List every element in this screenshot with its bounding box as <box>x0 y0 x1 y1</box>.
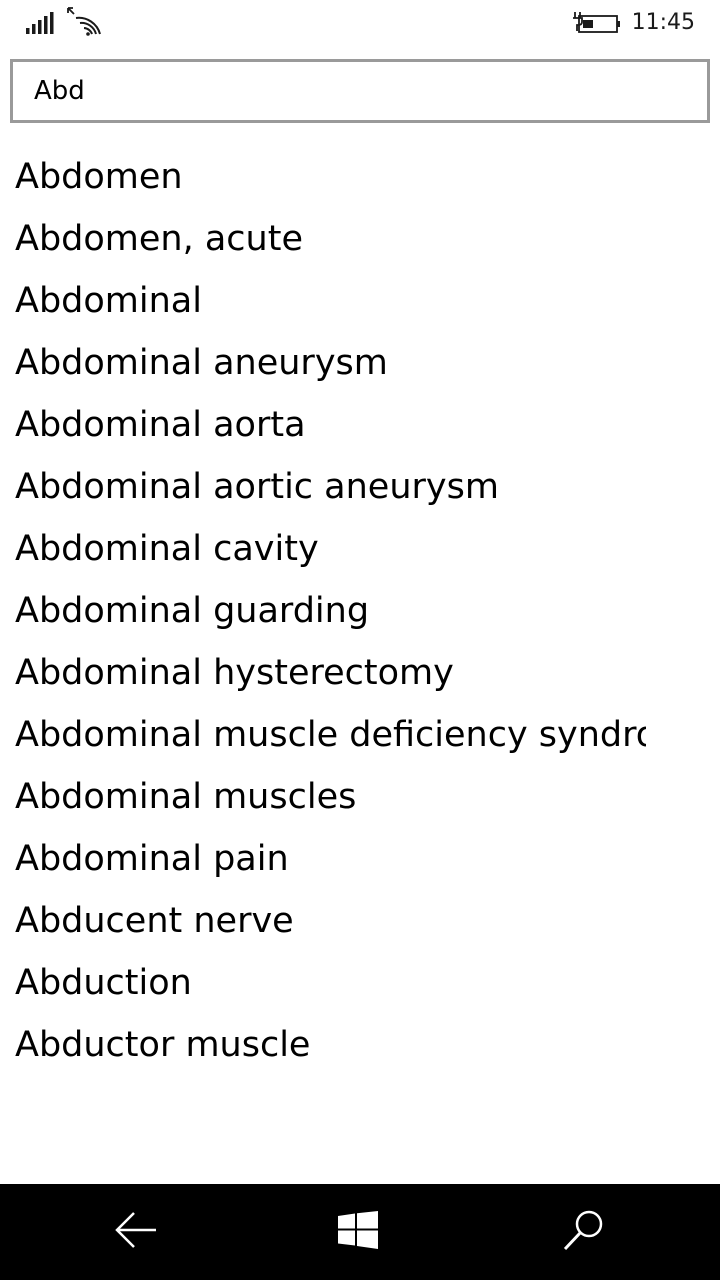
navigation-bar <box>0 1184 720 1280</box>
list-item[interactable]: Abdominal cavity <box>0 518 646 580</box>
list-item[interactable]: Abdominal aorta <box>0 394 646 456</box>
wifi-icon <box>66 6 102 40</box>
results-list: Abdomen Abdomen, acute Abdominal Abdomin… <box>0 146 646 1076</box>
status-time: 11:45 <box>631 10 695 35</box>
list-item[interactable]: Abduction <box>0 952 646 1014</box>
list-item[interactable]: Abdominal muscle deficiency syndrome <box>0 704 646 766</box>
search-icon <box>562 1208 606 1256</box>
back-arrow-icon <box>114 1211 158 1253</box>
list-item[interactable]: Abdomen <box>0 146 646 208</box>
home-button[interactable] <box>298 1184 418 1280</box>
list-item[interactable]: Abducent nerve <box>0 890 646 952</box>
list-item[interactable]: Abdominal muscles <box>0 766 646 828</box>
battery-charging-icon <box>570 9 622 41</box>
list-item[interactable]: Abdominal aneurysm <box>0 332 646 394</box>
list-item[interactable]: Abdominal guarding <box>0 580 646 642</box>
back-button[interactable] <box>76 1184 196 1280</box>
list-item[interactable]: Abdomen, acute <box>0 208 646 270</box>
list-item[interactable]: Abdominal hysterectomy <box>0 642 646 704</box>
status-bar: 11:45 <box>0 0 720 48</box>
list-item[interactable]: Abductor muscle <box>0 1014 646 1076</box>
signal-strength-icon <box>26 12 54 38</box>
search-input[interactable] <box>13 62 707 120</box>
list-item[interactable]: Abdominal pain <box>0 828 646 890</box>
list-item[interactable]: Abdominal <box>0 270 646 332</box>
search-button[interactable] <box>524 1184 644 1280</box>
windows-logo-icon <box>338 1211 378 1253</box>
list-item[interactable]: Abdominal aortic aneurysm <box>0 456 646 518</box>
search-box[interactable] <box>10 59 710 123</box>
